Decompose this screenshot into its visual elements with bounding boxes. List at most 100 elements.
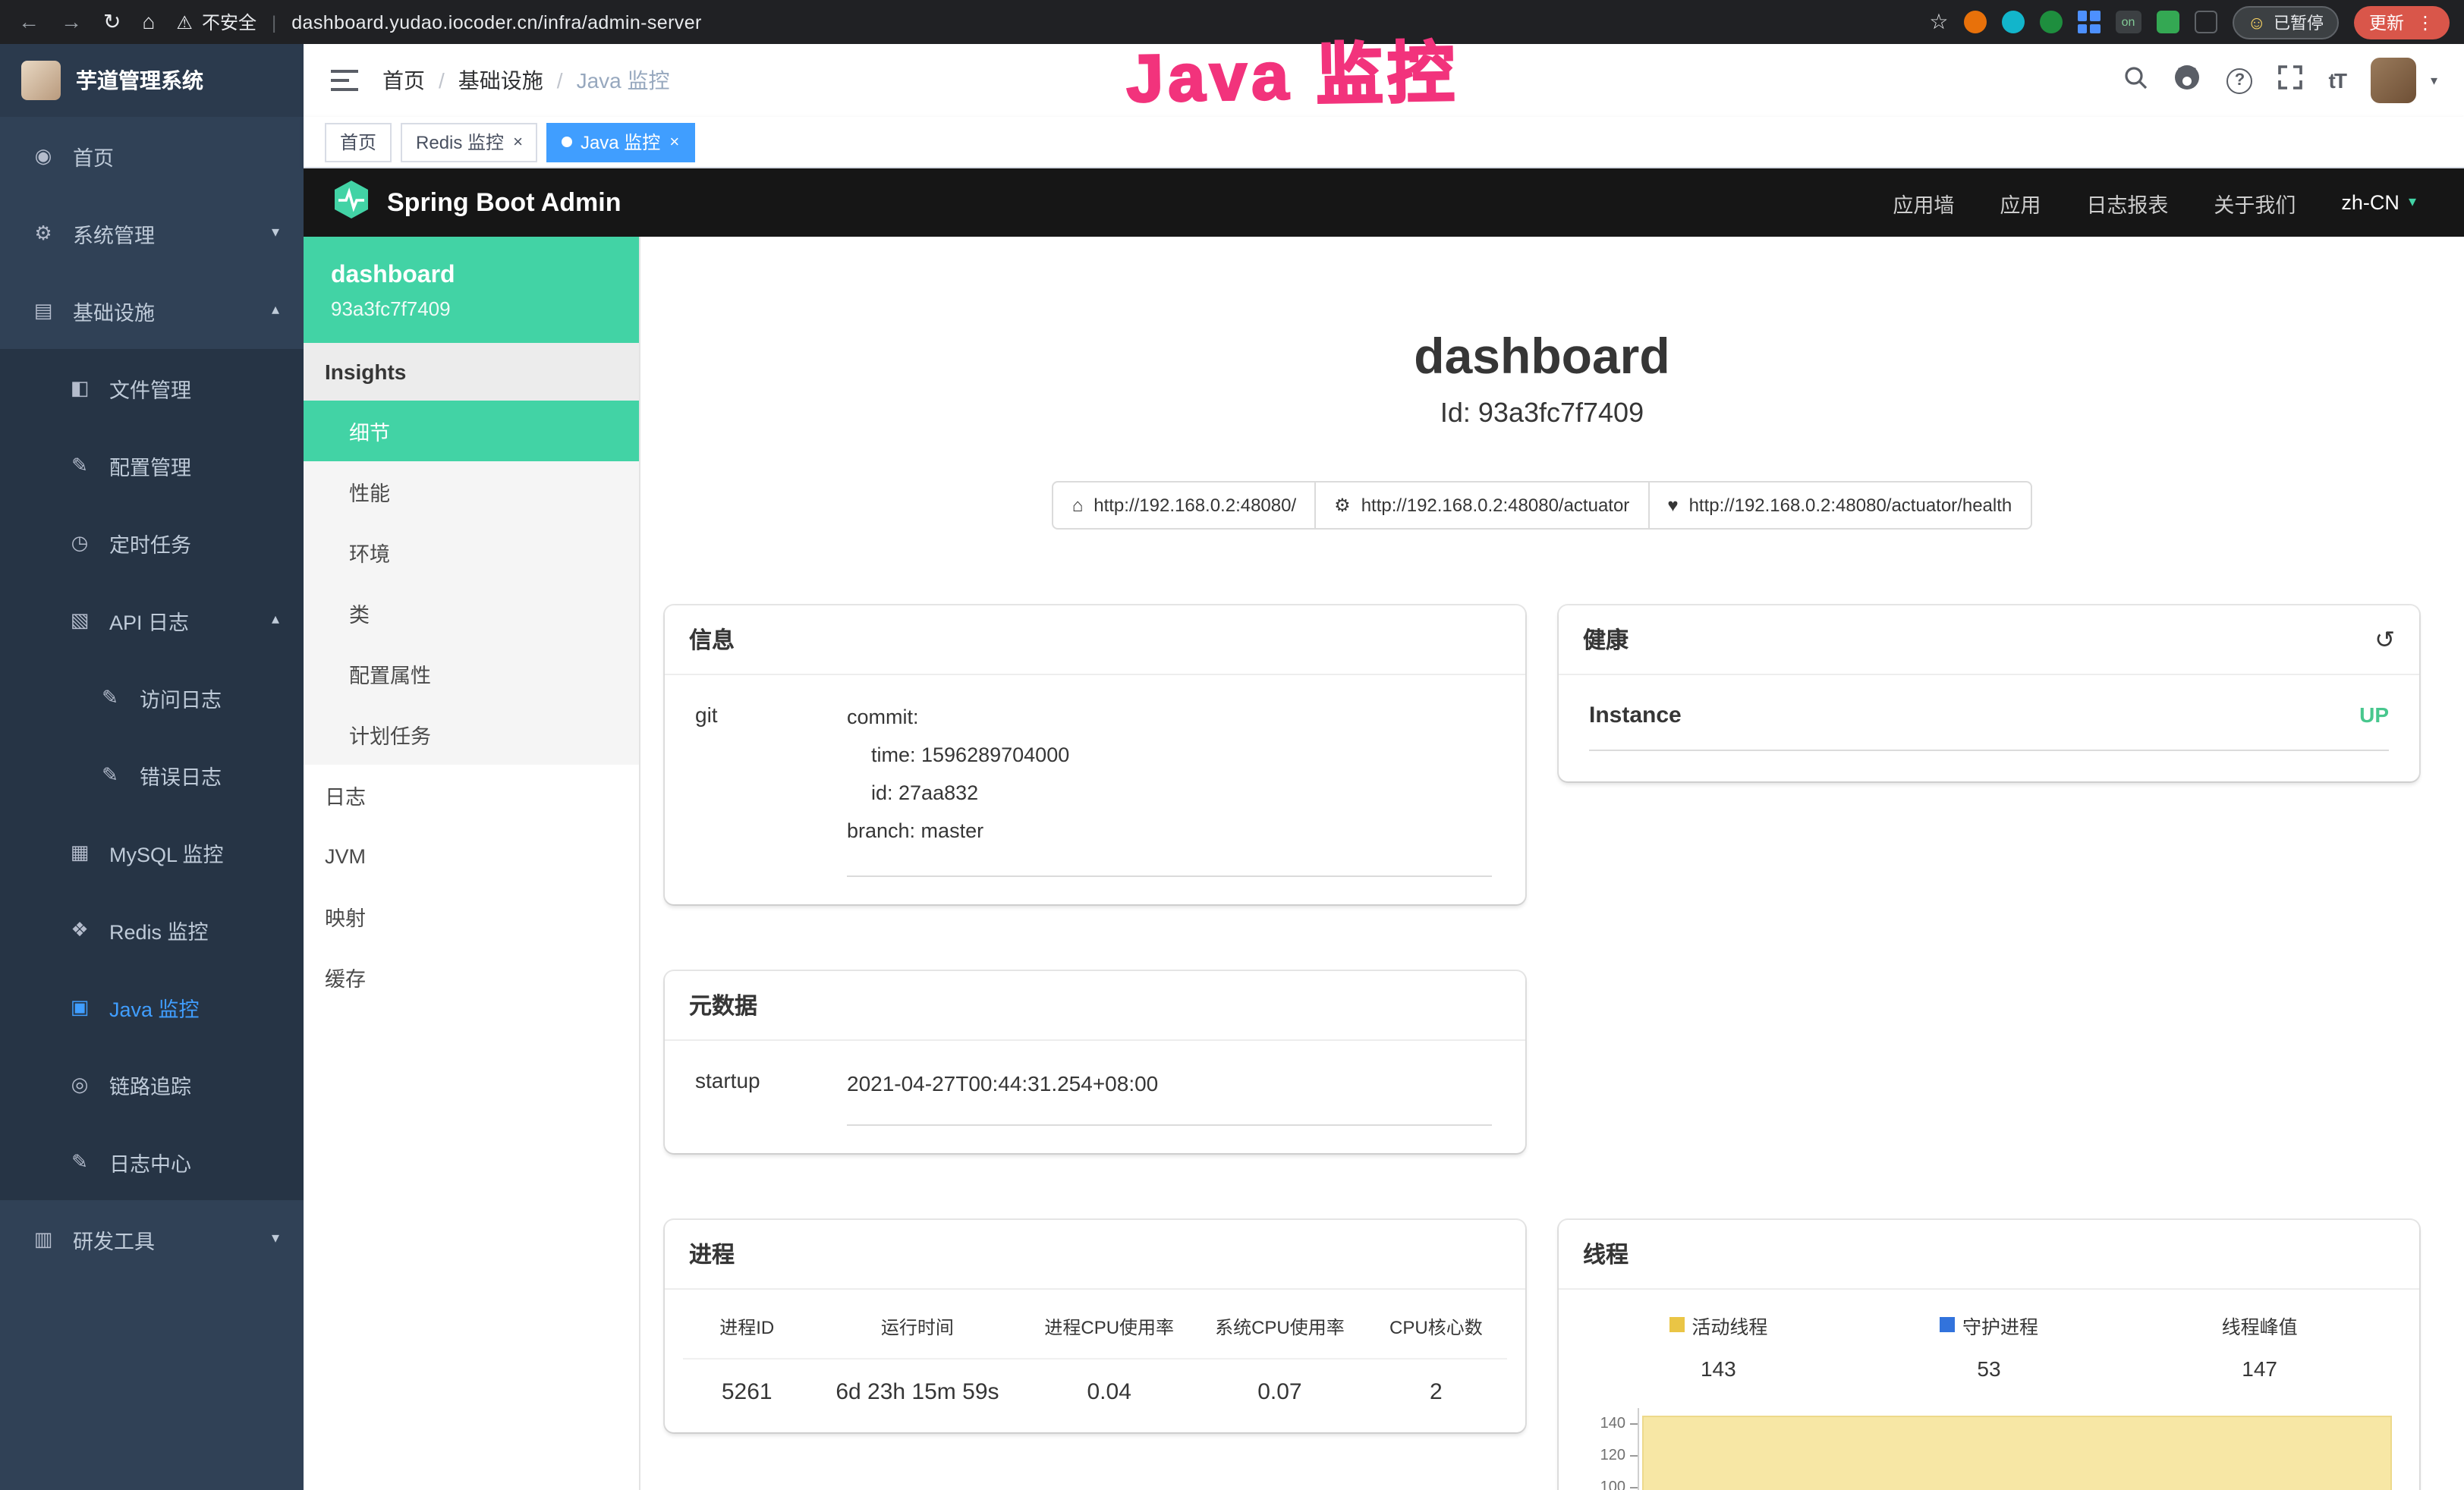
- breadcrumb-infrastructure[interactable]: 基础设施: [458, 65, 543, 96]
- extension-green-icon[interactable]: [2039, 11, 2062, 33]
- info-value: commit: time: 1596289704000 id: 27aa832 …: [847, 699, 1492, 877]
- sidebar-item-system-mgmt[interactable]: ⚙ 系统管理 ▾: [0, 194, 304, 272]
- sba-nav-about[interactable]: 关于我们: [2214, 187, 2296, 218]
- text-size-icon[interactable]: tT: [2329, 68, 2346, 93]
- instance-header[interactable]: dashboard 93a3fc7f7409: [304, 237, 639, 343]
- tab-home[interactable]: 首页: [325, 122, 392, 162]
- locale-selector[interactable]: zh-CN ▾: [2341, 191, 2416, 214]
- chevron-down-icon: ▾: [2409, 194, 2416, 211]
- github-icon[interactable]: [2174, 63, 2201, 98]
- hamburger-icon[interactable]: [331, 68, 358, 93]
- url-text[interactable]: dashboard.yudao.iocoder.cn/infra/admin-s…: [291, 11, 702, 33]
- sidebar-item-label: 配置管理: [109, 450, 191, 480]
- extension-on-badge[interactable]: on: [2115, 11, 2141, 33]
- threads-chart-yaxis: 140 120 100: [1583, 1408, 1638, 1490]
- process-col-header: 进程ID: [683, 1299, 811, 1360]
- sidebar-item-trace[interactable]: ◎ 链路追踪: [0, 1045, 304, 1123]
- sidebar-item-label: 系统管理: [73, 218, 155, 248]
- sidebar-item-api-log[interactable]: ▧ API 日志 ▴: [0, 581, 304, 659]
- health-url-text: http://192.168.0.2:48080/actuator/health: [1689, 495, 2012, 516]
- sidebar-item-label: 日志中心: [109, 1146, 191, 1177]
- health-url-link[interactable]: ♥ http://192.168.0.2:48080/actuator/heal…: [1647, 481, 2031, 530]
- extension-fox-icon[interactable]: [1963, 11, 1986, 33]
- extension-drop-icon[interactable]: [2001, 11, 2024, 33]
- search-icon[interactable]: [2124, 64, 2148, 96]
- cpu-cores-value: 2: [1365, 1360, 1507, 1405]
- security-label: 不安全: [202, 9, 256, 35]
- browser-menu-icon[interactable]: ⋮: [2416, 11, 2434, 33]
- sidebar-item-log-center[interactable]: ✎ 日志中心: [0, 1123, 304, 1200]
- card-title-text: 信息: [689, 624, 735, 655]
- sba-item-metrics[interactable]: 性能: [304, 461, 639, 522]
- sidebar-item-label: 访问日志: [140, 682, 222, 712]
- ytick-label: 140: [1600, 1416, 1625, 1432]
- home-icon[interactable]: ⌂: [142, 9, 155, 35]
- git-branch-line: branch: master: [847, 813, 1492, 851]
- sidebar-item-scheduled-tasks[interactable]: ◷ 定时任务: [0, 504, 304, 581]
- sba-logo-icon: [331, 178, 372, 227]
- close-icon[interactable]: ×: [669, 133, 679, 151]
- info-card: 信息 git commit: time: 1596289704000 id: 2…: [665, 605, 1525, 904]
- profile-paused-badge[interactable]: ☺ 已暂停: [2232, 5, 2339, 39]
- forward-icon[interactable]: →: [61, 9, 82, 35]
- tab-label: 首页: [340, 129, 376, 155]
- update-button[interactable]: 更新 ⋮: [2354, 5, 2450, 39]
- sba-item-caches[interactable]: 缓存: [304, 947, 639, 1007]
- chevron-down-icon: ▾: [272, 1231, 279, 1247]
- service-url-link[interactable]: ⌂ http://192.168.0.2:48080/: [1053, 481, 1316, 530]
- sba-item-beans[interactable]: 类: [304, 583, 639, 643]
- sidebar-item-redis-monitor[interactable]: ❖ Redis 监控: [0, 891, 304, 968]
- sidebar-item-file-mgmt[interactable]: ◧ 文件管理: [0, 349, 304, 426]
- extension-leaf-icon[interactable]: [2156, 11, 2179, 33]
- sidebar-item-infrastructure[interactable]: ▤ 基础设施 ▴: [0, 272, 304, 349]
- sba-item-details[interactable]: 细节: [304, 401, 639, 461]
- extension-grid-icon[interactable]: [2077, 11, 2100, 33]
- browser-chrome: ← → ↻ ⌂ ⚠ 不安全 | dashboard.yudao.iocoder.…: [0, 0, 2464, 44]
- sidebar-item-error-log[interactable]: ✎ 错误日志: [0, 736, 304, 813]
- sidebar-item-java-monitor[interactable]: ▣ Java 监控: [0, 968, 304, 1045]
- metadata-card-title: 元数据: [665, 971, 1525, 1041]
- help-icon[interactable]: ?: [2227, 68, 2253, 93]
- fullscreen-icon[interactable]: [2279, 64, 2303, 96]
- sidebar-item-config-mgmt[interactable]: ✎ 配置管理: [0, 426, 304, 504]
- tab-redis-monitor[interactable]: Redis 监控 ×: [401, 122, 538, 162]
- chevron-down-icon[interactable]: ▾: [2431, 72, 2437, 89]
- sba-nav-applications[interactable]: 应用: [2000, 187, 2041, 218]
- log-center-icon: ✎: [67, 1149, 93, 1174]
- info-card-body: git commit: time: 1596289704000 id: 27aa…: [665, 675, 1525, 904]
- sidebar-item-mysql-monitor[interactable]: ▦ MySQL 监控: [0, 813, 304, 891]
- extension-puzzle-icon[interactable]: [2194, 11, 2217, 33]
- reload-icon[interactable]: ↻: [103, 9, 121, 35]
- sba-nav-journal[interactable]: 日志报表: [2086, 187, 2168, 218]
- sba-item-config-props[interactable]: 配置属性: [304, 643, 639, 704]
- sba-item-scheduled-tasks[interactable]: 计划任务: [304, 704, 639, 765]
- paused-label: 已暂停: [2274, 10, 2324, 34]
- tab-java-monitor[interactable]: Java 监控 ×: [547, 122, 694, 162]
- breadcrumb: 首页 / 基础设施 / Java 监控: [382, 65, 670, 96]
- app-logo[interactable]: 芋道管理系统: [0, 44, 304, 117]
- back-icon[interactable]: ←: [18, 9, 39, 35]
- sba-main: dashboard Id: 93a3fc7f7409 ⌂ http://192.…: [640, 237, 2464, 1490]
- instance-label: Instance: [1589, 703, 1682, 728]
- actuator-url-link[interactable]: ⚙ http://192.168.0.2:48080/actuator: [1314, 481, 1649, 530]
- process-col-header: 系统CPU使用率: [1194, 1299, 1365, 1360]
- browser-toolbar-right: ☆ on ☺ 已暂停 更新 ⋮: [1929, 5, 2464, 39]
- sidebar-item-access-log[interactable]: ✎ 访问日志: [0, 659, 304, 736]
- sba-item-jvm[interactable]: JVM: [304, 825, 639, 886]
- bookmark-star-icon[interactable]: ☆: [1929, 9, 1948, 35]
- sba-item-logging[interactable]: 日志: [304, 765, 639, 825]
- health-instance-row[interactable]: Instance UP: [1589, 703, 2389, 751]
- history-icon[interactable]: ↺: [2374, 624, 2395, 655]
- address-bar[interactable]: ⚠ 不安全 | dashboard.yudao.iocoder.cn/infra…: [176, 9, 701, 35]
- sidebar-item-dev-tools[interactable]: ▥ 研发工具 ▾: [0, 1200, 304, 1278]
- card-title-text: 健康: [1583, 624, 1629, 655]
- sidebar-item-home[interactable]: ◉ 首页: [0, 117, 304, 194]
- close-icon[interactable]: ×: [513, 133, 523, 151]
- sba-item-mappings[interactable]: 映射: [304, 886, 639, 947]
- avatar[interactable]: [2371, 58, 2417, 103]
- breadcrumb-home[interactable]: 首页: [382, 65, 425, 96]
- sba-brand[interactable]: Spring Boot Admin: [331, 178, 622, 227]
- sba-item-environment[interactable]: 环境: [304, 522, 639, 583]
- legend-live-label: 活动线程: [1691, 1311, 1767, 1340]
- sba-nav-wallboard[interactable]: 应用墙: [1893, 187, 1954, 218]
